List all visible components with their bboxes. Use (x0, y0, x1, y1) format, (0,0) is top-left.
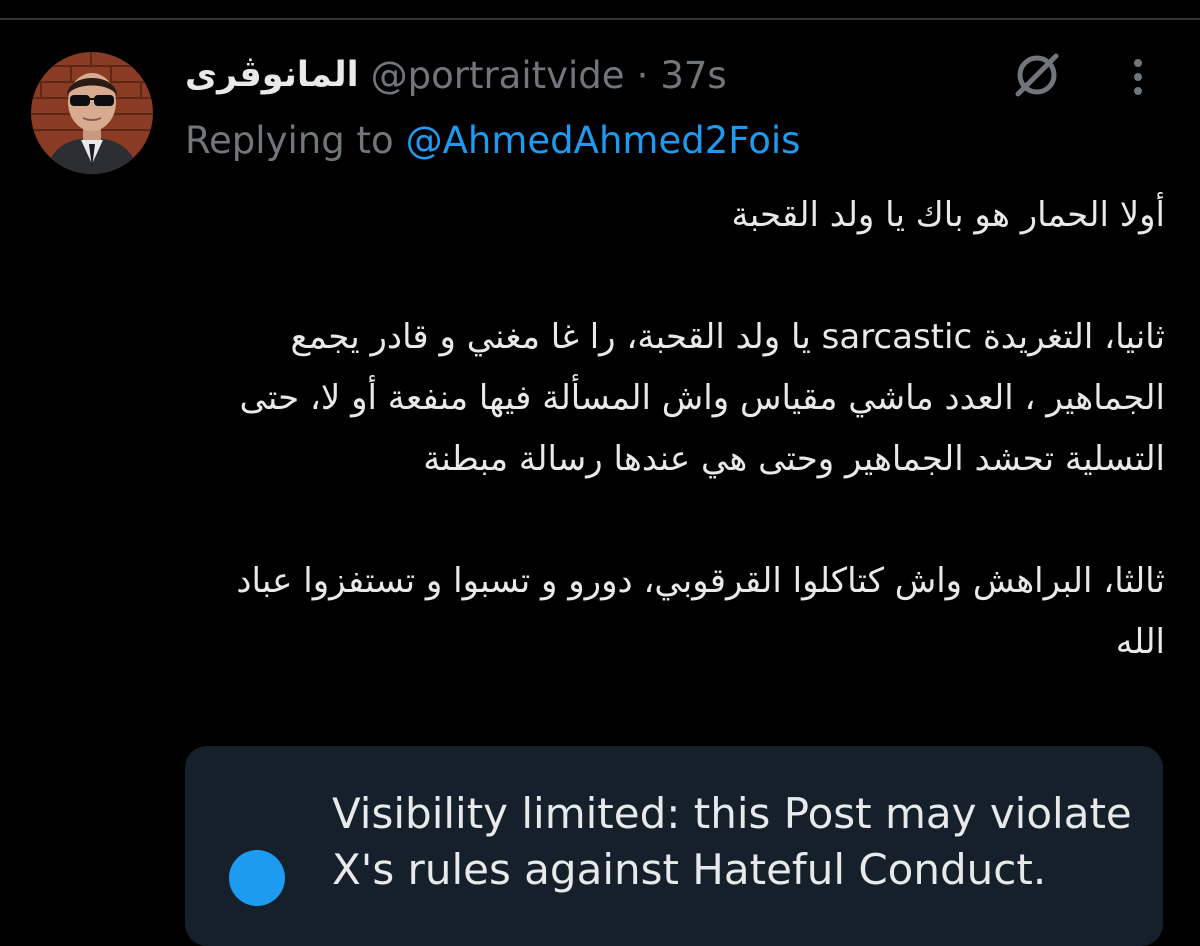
notice-line-1: Visibility limited: this Post may violat… (332, 789, 1132, 838)
display-name[interactable]: المانوڤرى (185, 55, 359, 95)
visibility-notice[interactable]: Visibility limited: this Post may violat… (185, 746, 1163, 946)
reply-target-link[interactable]: @AhmedAhmed2Fois (406, 119, 801, 162)
author-handle[interactable]: @portraitvide (371, 54, 625, 97)
visibility-notice-text: Visibility limited: this Post may violat… (332, 786, 1142, 898)
info-icon (229, 850, 285, 906)
timestamp[interactable]: 37s (660, 54, 726, 97)
notice-line-2: X's rules against Hateful Conduct. (332, 845, 1047, 894)
tweet-text: أولا الحمار هو باك يا ولد القحبة ثانيا، … (185, 185, 1165, 673)
top-divider (0, 18, 1200, 20)
grok-icon[interactable] (1010, 48, 1064, 102)
separator-dot: · (636, 53, 649, 97)
tweet-paragraph: أولا الحمار هو باك يا ولد القحبة (731, 195, 1165, 235)
replying-to-label: Replying to (185, 118, 394, 162)
more-vertical-icon[interactable] (1126, 50, 1150, 104)
tweet-paragraph: ثالثا، البراهش واش كتاكلوا القرقوبي، دور… (236, 561, 1165, 662)
replying-to: Replying to @AhmedAhmed2Fois (185, 115, 800, 165)
tweet-header: المانوڤرى @portraitvide · 37s (185, 50, 727, 100)
avatar[interactable] (31, 52, 153, 174)
tweet-paragraph: ثانيا، التغريدة sarcastic يا ولد القحبة،… (239, 317, 1165, 479)
